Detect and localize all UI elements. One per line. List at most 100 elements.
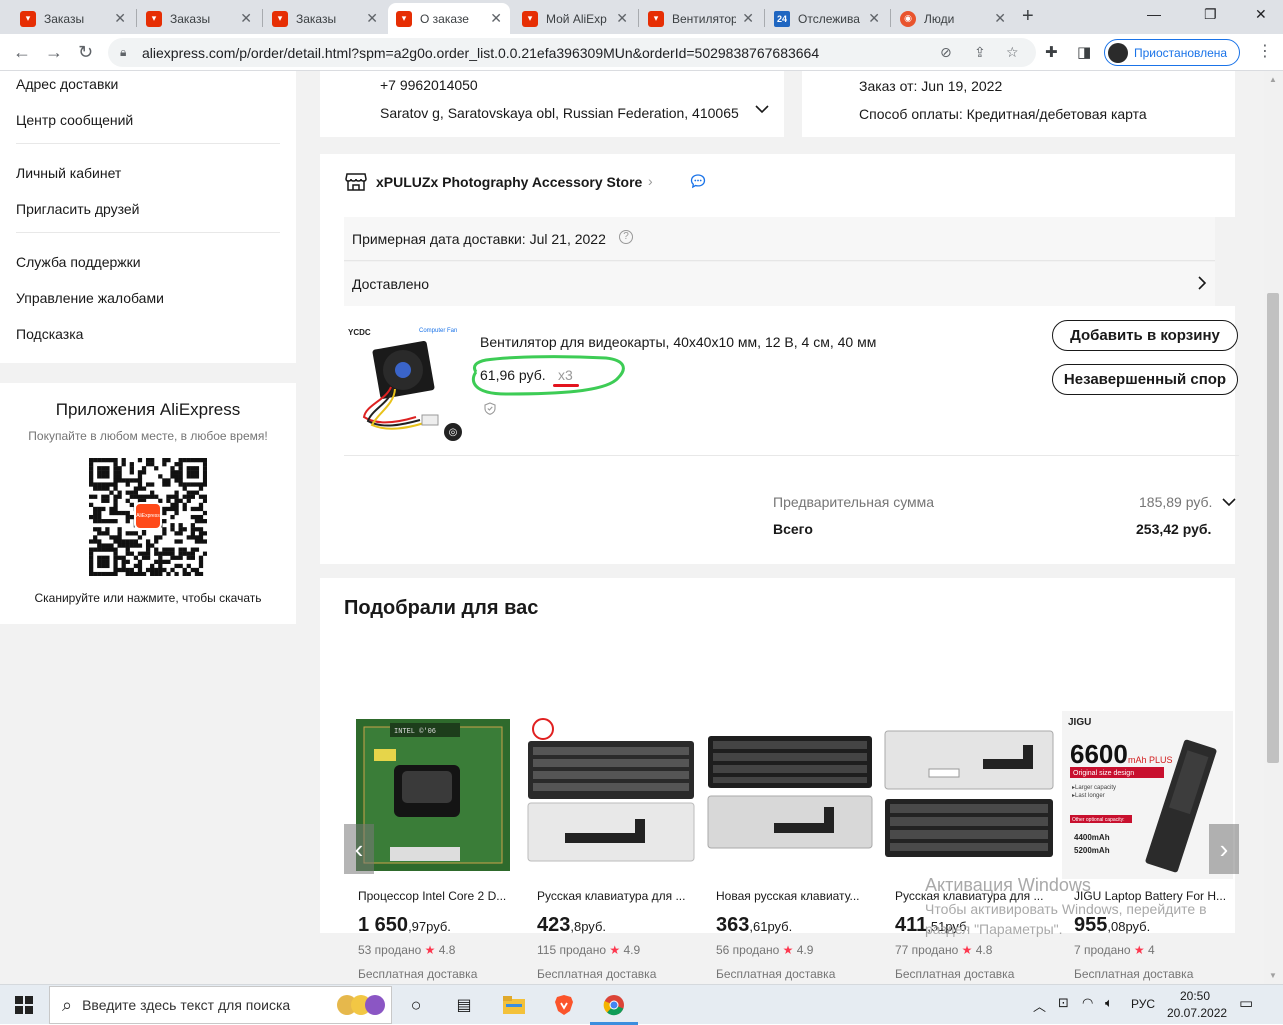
close-icon[interactable]: ✕ bbox=[868, 10, 880, 27]
extensions-icon[interactable]: ✚ bbox=[1045, 43, 1058, 61]
browser-tab[interactable]: ◉ Люди ✕ bbox=[892, 3, 1014, 34]
app-download-panel: Приложения AliExpress Покупайте в любом … bbox=[0, 383, 296, 624]
close-window-icon[interactable]: ✕ bbox=[1255, 6, 1267, 23]
close-icon[interactable]: ✕ bbox=[994, 10, 1006, 27]
close-icon[interactable]: ✕ bbox=[366, 10, 378, 27]
avatar bbox=[1108, 42, 1128, 63]
product-title[interactable]: Новая русская клавиату... bbox=[716, 889, 876, 903]
scrollbar-thumb[interactable] bbox=[1267, 293, 1279, 763]
star-icon: ★ bbox=[961, 943, 973, 957]
delivery-status-row[interactable]: Доставлено bbox=[344, 262, 1215, 306]
notifications-icon[interactable]: ▭ bbox=[1239, 994, 1253, 1012]
browser-tab[interactable]: ▾ Заказы ✕ bbox=[138, 3, 260, 34]
product-title[interactable]: Процессор Intel Core 2 D... bbox=[358, 889, 518, 903]
people-icon: ◉ bbox=[900, 10, 916, 27]
browser-tab[interactable]: ▾ Заказы ✕ bbox=[264, 3, 386, 34]
aliexpress-icon: ▾ bbox=[396, 10, 412, 27]
sidebar-item-help[interactable]: Подсказка bbox=[16, 326, 83, 342]
sidebar-item-message-center[interactable]: Центр сообщений bbox=[16, 112, 133, 128]
brave-browser-icon[interactable] bbox=[552, 993, 576, 1017]
close-icon[interactable]: ✕ bbox=[114, 10, 126, 27]
address-phone: +7 9962014050 bbox=[380, 77, 478, 93]
carousel-prev-button[interactable]: ‹ bbox=[344, 824, 374, 874]
qr-code[interactable]: AliExpress bbox=[89, 458, 208, 577]
task-view-icon[interactable]: ○ bbox=[404, 993, 428, 1017]
dispute-button[interactable]: Незавершенный спор bbox=[1052, 364, 1238, 395]
aliexpress-icon: ▾ bbox=[522, 10, 538, 27]
file-explorer-icon[interactable] bbox=[502, 993, 526, 1017]
browser-tab-strip: ▾ Заказы ✕ ▾ Заказы ✕ ▾ Заказы ✕ ▾ О зак… bbox=[0, 0, 1283, 34]
order-date: Заказ от: Jun 19, 2022 bbox=[859, 78, 1003, 94]
address-bar[interactable]: 🔒︎ aliexpress.com/p/order/detail.html?sp… bbox=[108, 38, 1036, 67]
browser-tab[interactable]: ▾ Вентилятор ✕ bbox=[640, 3, 762, 34]
close-icon[interactable]: ✕ bbox=[240, 10, 252, 27]
store-name[interactable]: xPULUZx Photography Accessory Store bbox=[376, 174, 642, 190]
scroll-up-icon[interactable]: ▲ bbox=[1269, 75, 1277, 84]
browser-tab-active[interactable]: ▾ О заказе ✕ bbox=[388, 3, 510, 34]
sidebar-item-invite-friends[interactable]: Пригласить друзей bbox=[16, 201, 140, 217]
carousel-next-button[interactable]: › bbox=[1209, 824, 1239, 874]
minimize-window-icon[interactable]: — bbox=[1147, 6, 1161, 22]
clock-date[interactable]: 20.07.2022 bbox=[1167, 1006, 1227, 1020]
product-title[interactable]: Русская клавиатура для ... bbox=[537, 889, 697, 903]
product-sold: 7 продано ★ 4 bbox=[1074, 943, 1155, 957]
windows-start-icon[interactable] bbox=[12, 993, 36, 1017]
sidebar-item-delivery-address[interactable]: Адрес доставки bbox=[16, 76, 118, 92]
tray-expand-icon[interactable]: ︿ bbox=[1033, 996, 1046, 1015]
side-panel-icon[interactable]: ◨ bbox=[1077, 43, 1091, 61]
add-to-cart-button[interactable]: Добавить в корзину bbox=[1052, 320, 1238, 351]
reload-icon[interactable]: ↻ bbox=[78, 42, 93, 63]
eye-off-icon[interactable]: ⊘ bbox=[940, 44, 952, 61]
divider bbox=[16, 143, 280, 144]
scroll-down-icon[interactable]: ▼ bbox=[1269, 971, 1277, 980]
profile-button[interactable]: Приостановлена bbox=[1104, 39, 1240, 66]
apps-download-text[interactable]: Сканируйте или нажмите, чтобы скачать bbox=[0, 591, 296, 605]
browser-tab[interactable]: ▾ Заказы ✕ bbox=[12, 3, 134, 34]
share-icon[interactable]: ⇪ bbox=[974, 44, 986, 61]
lock-icon[interactable]: 🔒︎ bbox=[120, 45, 126, 60]
item-quantity: x3 bbox=[558, 367, 573, 383]
product-image-fan[interactable]: YCDC Computer Fan ◎ bbox=[346, 325, 466, 445]
chat-icon[interactable] bbox=[690, 173, 706, 194]
clock-time[interactable]: 20:50 bbox=[1180, 989, 1210, 1003]
chrome-icon[interactable] bbox=[601, 993, 627, 1017]
star-icon: ★ bbox=[1133, 943, 1145, 957]
chevron-down-icon[interactable] bbox=[754, 101, 770, 122]
product-image-keyboard[interactable] bbox=[525, 711, 696, 879]
help-icon[interactable]: ? bbox=[619, 230, 633, 244]
network-icon[interactable]: ⊡ bbox=[1058, 995, 1069, 1011]
product-image-keyboard[interactable] bbox=[883, 711, 1054, 879]
browser-toolbar: ← → ↻ 🔒︎ aliexpress.com/p/order/detail.h… bbox=[0, 34, 1283, 71]
sidebar-item-complaints[interactable]: Управление жалобами bbox=[16, 290, 164, 306]
chevron-down-icon[interactable] bbox=[1221, 494, 1237, 515]
browser-tab[interactable]: 24 Отслежива ✕ bbox=[766, 3, 888, 34]
svg-text:4400mAh: 4400mAh bbox=[1074, 833, 1110, 842]
item-title[interactable]: Вентилятор для видеокарты, 40x40x10 мм, … bbox=[480, 334, 876, 350]
browser-tab[interactable]: ▾ Мой AliExp ✕ bbox=[514, 3, 636, 34]
svg-text:JIGU: JIGU bbox=[1068, 717, 1091, 728]
language-indicator[interactable]: РУС bbox=[1131, 997, 1155, 1011]
chevron-right-icon[interactable] bbox=[1196, 274, 1208, 297]
back-icon[interactable]: ← bbox=[13, 42, 31, 63]
more-menu-icon[interactable]: ⋮ bbox=[1257, 41, 1273, 61]
star-icon: ★ bbox=[782, 943, 794, 957]
restore-window-icon[interactable]: ❐ bbox=[1204, 6, 1217, 23]
camera-icon[interactable]: ◎ bbox=[444, 423, 462, 441]
sidebar-item-account[interactable]: Личный кабинет bbox=[16, 165, 121, 181]
product-image-keyboard[interactable] bbox=[704, 711, 875, 879]
url-text[interactable]: aliexpress.com/p/order/detail.html?spm=a… bbox=[142, 45, 819, 61]
volume-icon[interactable]: 🔈︎ bbox=[1105, 995, 1113, 1011]
widgets-icon[interactable]: ▤ bbox=[452, 993, 476, 1017]
bookmark-star-icon[interactable]: ☆ bbox=[1006, 44, 1019, 61]
close-icon[interactable]: ✕ bbox=[490, 10, 502, 27]
page-scrollbar[interactable]: ▲ ▼ bbox=[1264, 71, 1283, 984]
new-tab-icon[interactable]: + bbox=[1022, 5, 1034, 28]
sidebar-item-support[interactable]: Служба поддержки bbox=[16, 254, 141, 270]
close-icon[interactable]: ✕ bbox=[742, 10, 754, 27]
product-image-battery[interactable]: JIGU 6600 mAh PLUS Original size design … bbox=[1062, 711, 1233, 879]
close-icon[interactable]: ✕ bbox=[616, 10, 628, 27]
chevron-right-icon[interactable]: › bbox=[648, 173, 653, 189]
wifi-icon[interactable]: ◠ bbox=[1082, 995, 1093, 1011]
taskbar-search-box[interactable]: ⌕ Введите здесь текст для поиска bbox=[49, 986, 392, 1024]
forward-icon[interactable]: → bbox=[45, 42, 63, 63]
